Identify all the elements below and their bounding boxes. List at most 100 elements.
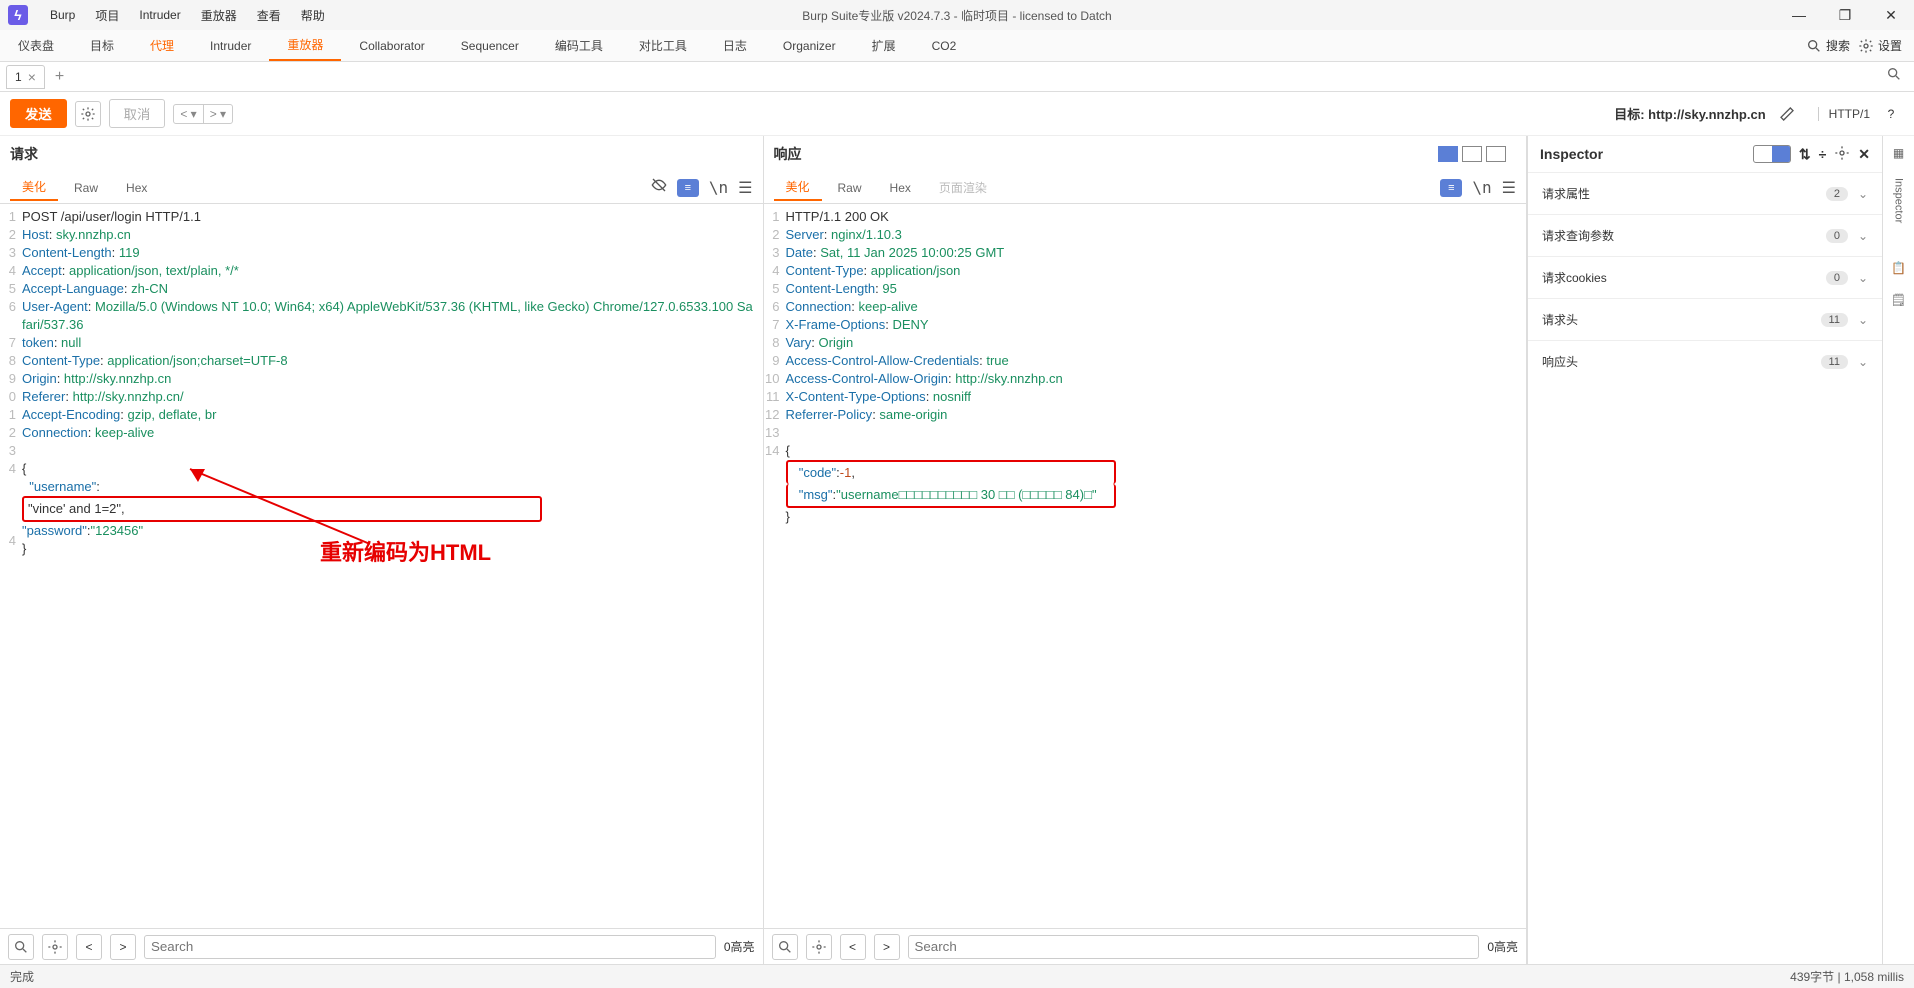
tool-comparer[interactable]: 对比工具 <box>621 30 705 61</box>
tool-tabbar: 仪表盘 目标 代理 Intruder 重放器 Collaborator Sequ… <box>0 30 1914 62</box>
menu-intruder[interactable]: Intruder <box>129 8 190 22</box>
close-window-button[interactable]: ✕ <box>1868 7 1914 24</box>
titlebar: ϟ Burp 项目 Intruder 重放器 查看 帮助 Burp Suite专… <box>0 0 1914 30</box>
layout-split-h[interactable] <box>1438 146 1458 162</box>
status-left: 完成 <box>10 968 34 985</box>
add-tab-button[interactable]: + <box>45 68 74 86</box>
req-tab-hex[interactable]: Hex <box>114 177 159 199</box>
resp-menu-icon[interactable]: ☰ <box>1502 178 1516 198</box>
tool-organizer[interactable]: Organizer <box>765 30 854 61</box>
menu-view[interactable]: 查看 <box>247 7 291 24</box>
inspector-collapse-icon[interactable]: ÷ <box>1819 146 1827 162</box>
response-editor[interactable]: 1234567891011121314 HTTP/1.1 200 OKServe… <box>764 204 1527 928</box>
rail-clipboard-icon[interactable]: 📋 <box>1891 261 1906 275</box>
resp-tab-hex[interactable]: Hex <box>878 177 923 199</box>
window-title: Burp Suite专业版 v2024.7.3 - 临时项目 - license… <box>802 7 1111 24</box>
chip-icon[interactable]: ≡ <box>677 179 699 197</box>
resp-hit-count: 0高亮 <box>1487 938 1518 955</box>
resp-newline-icon[interactable]: \n <box>1472 178 1491 197</box>
rail-inspector-label: Inspector <box>1893 178 1905 223</box>
inspector-row[interactable]: 请求头11⌄ <box>1528 298 1882 340</box>
tool-extensions[interactable]: 扩展 <box>854 30 914 61</box>
tool-target[interactable]: 目标 <box>72 30 132 61</box>
history-fwd[interactable]: > ▾ <box>203 105 232 123</box>
cancel-button[interactable]: 取消 <box>109 99 166 128</box>
inspector-panel: Inspector ⇅ ÷ ✕ 请求属性2⌄请求查询参数0⌄请求cookies0… <box>1527 136 1882 964</box>
help-icon[interactable]: ? <box>1878 101 1904 127</box>
repeater-subtabs: 1 × + <box>0 62 1914 92</box>
inspector-gear-icon[interactable] <box>1834 145 1850 164</box>
newline-icon[interactable]: \n <box>709 178 728 197</box>
response-pane: 响应 美化 Raw Hex 页面渲染 ≡ \n ☰ 1234567 <box>764 136 1528 964</box>
layout-split-v[interactable] <box>1462 146 1482 162</box>
repeater-tab-label: 1 <box>15 70 22 84</box>
tool-proxy[interactable]: 代理 <box>132 30 192 61</box>
resp-chip-icon[interactable]: ≡ <box>1440 179 1462 197</box>
minimize-button[interactable]: — <box>1776 7 1822 24</box>
inspector-row[interactable]: 响应头11⌄ <box>1528 340 1882 382</box>
req-config-icon[interactable] <box>42 934 68 960</box>
req-search-input[interactable] <box>144 935 716 959</box>
req-prev-icon[interactable]: < <box>76 934 102 960</box>
tool-repeater[interactable]: 重放器 <box>269 30 341 61</box>
tool-dashboard[interactable]: 仪表盘 <box>0 30 72 61</box>
resp-search-icon[interactable] <box>772 934 798 960</box>
tool-sequencer[interactable]: Sequencer <box>443 30 537 61</box>
tool-co2[interactable]: CO2 <box>914 30 975 61</box>
req-tab-pretty[interactable]: 美化 <box>10 174 58 201</box>
tool-decoder[interactable]: 编码工具 <box>537 30 621 61</box>
inspector-close-icon[interactable]: ✕ <box>1858 146 1870 163</box>
maximize-button[interactable]: ❐ <box>1822 7 1868 24</box>
resp-tab-pretty[interactable]: 美化 <box>774 174 822 201</box>
tool-collab[interactable]: Collaborator <box>341 30 442 61</box>
resp-tab-raw[interactable]: Raw <box>826 177 874 199</box>
request-editor[interactable]: 123456789012344 POST /api/user/login HTT… <box>0 204 763 928</box>
close-tab-icon[interactable]: × <box>28 69 36 85</box>
send-button[interactable]: 发送 <box>10 99 67 128</box>
inspector-row[interactable]: 请求cookies0⌄ <box>1528 256 1882 298</box>
inspector-row[interactable]: 请求查询参数0⌄ <box>1528 214 1882 256</box>
menu-icon[interactable]: ☰ <box>738 178 752 198</box>
menu-project[interactable]: 项目 <box>85 7 129 24</box>
rail-notes-icon[interactable]: 🗒 <box>1891 293 1906 307</box>
resp-prev-icon[interactable]: < <box>840 934 866 960</box>
resp-next-icon[interactable]: > <box>874 934 900 960</box>
tool-intruder[interactable]: Intruder <box>192 30 269 61</box>
layout-single[interactable] <box>1486 146 1506 162</box>
request-title: 请求 <box>0 136 763 172</box>
right-rail: ▦ Inspector 📋 🗒 <box>1882 136 1914 964</box>
menu-help[interactable]: 帮助 <box>291 7 335 24</box>
resp-search-input[interactable] <box>908 935 1480 959</box>
gear-icon <box>1858 38 1874 54</box>
http-version[interactable]: HTTP/1 <box>1818 107 1870 121</box>
settings-button[interactable] <box>75 101 101 127</box>
global-settings[interactable]: 设置 <box>1858 37 1902 54</box>
hide-icon[interactable] <box>651 177 667 198</box>
req-search-icon[interactable] <box>8 934 34 960</box>
tool-logger[interactable]: 日志 <box>705 30 765 61</box>
menu-burp[interactable]: Burp <box>40 8 85 22</box>
repeater-toolbar: 发送 取消 < ▾ > ▾ 目标: http://sky.nnzhp.cn HT… <box>0 92 1914 136</box>
req-tab-raw[interactable]: Raw <box>62 177 110 199</box>
status-bar: 完成 439字节 | 1,058 millis <box>0 964 1914 988</box>
target-display: 目标: http://sky.nnzhp.cn <box>1614 104 1765 123</box>
gear-icon <box>80 106 96 122</box>
resp-config-icon[interactable] <box>806 934 832 960</box>
req-hit-count: 0高亮 <box>724 938 755 955</box>
history-nav: < ▾ > ▾ <box>173 104 233 124</box>
history-back[interactable]: < ▾ <box>174 105 202 123</box>
search-icon <box>1806 38 1822 54</box>
inspector-expand-icon[interactable]: ⇅ <box>1799 146 1811 163</box>
inspector-layout-seg[interactable] <box>1753 145 1791 163</box>
tab-search-icon[interactable] <box>1886 66 1914 87</box>
menu-repeater[interactable]: 重放器 <box>191 7 247 24</box>
inspector-row[interactable]: 请求属性2⌄ <box>1528 172 1882 214</box>
resp-tab-render[interactable]: 页面渲染 <box>927 175 999 200</box>
rail-inspector-icon[interactable]: ▦ <box>1893 146 1904 160</box>
global-search[interactable]: 搜索 <box>1806 37 1850 54</box>
layout-toggle <box>1438 146 1506 162</box>
app-logo: ϟ <box>8 5 28 25</box>
req-next-icon[interactable]: > <box>110 934 136 960</box>
repeater-tab-1[interactable]: 1 × <box>6 65 45 89</box>
edit-target-icon[interactable] <box>1774 101 1800 127</box>
